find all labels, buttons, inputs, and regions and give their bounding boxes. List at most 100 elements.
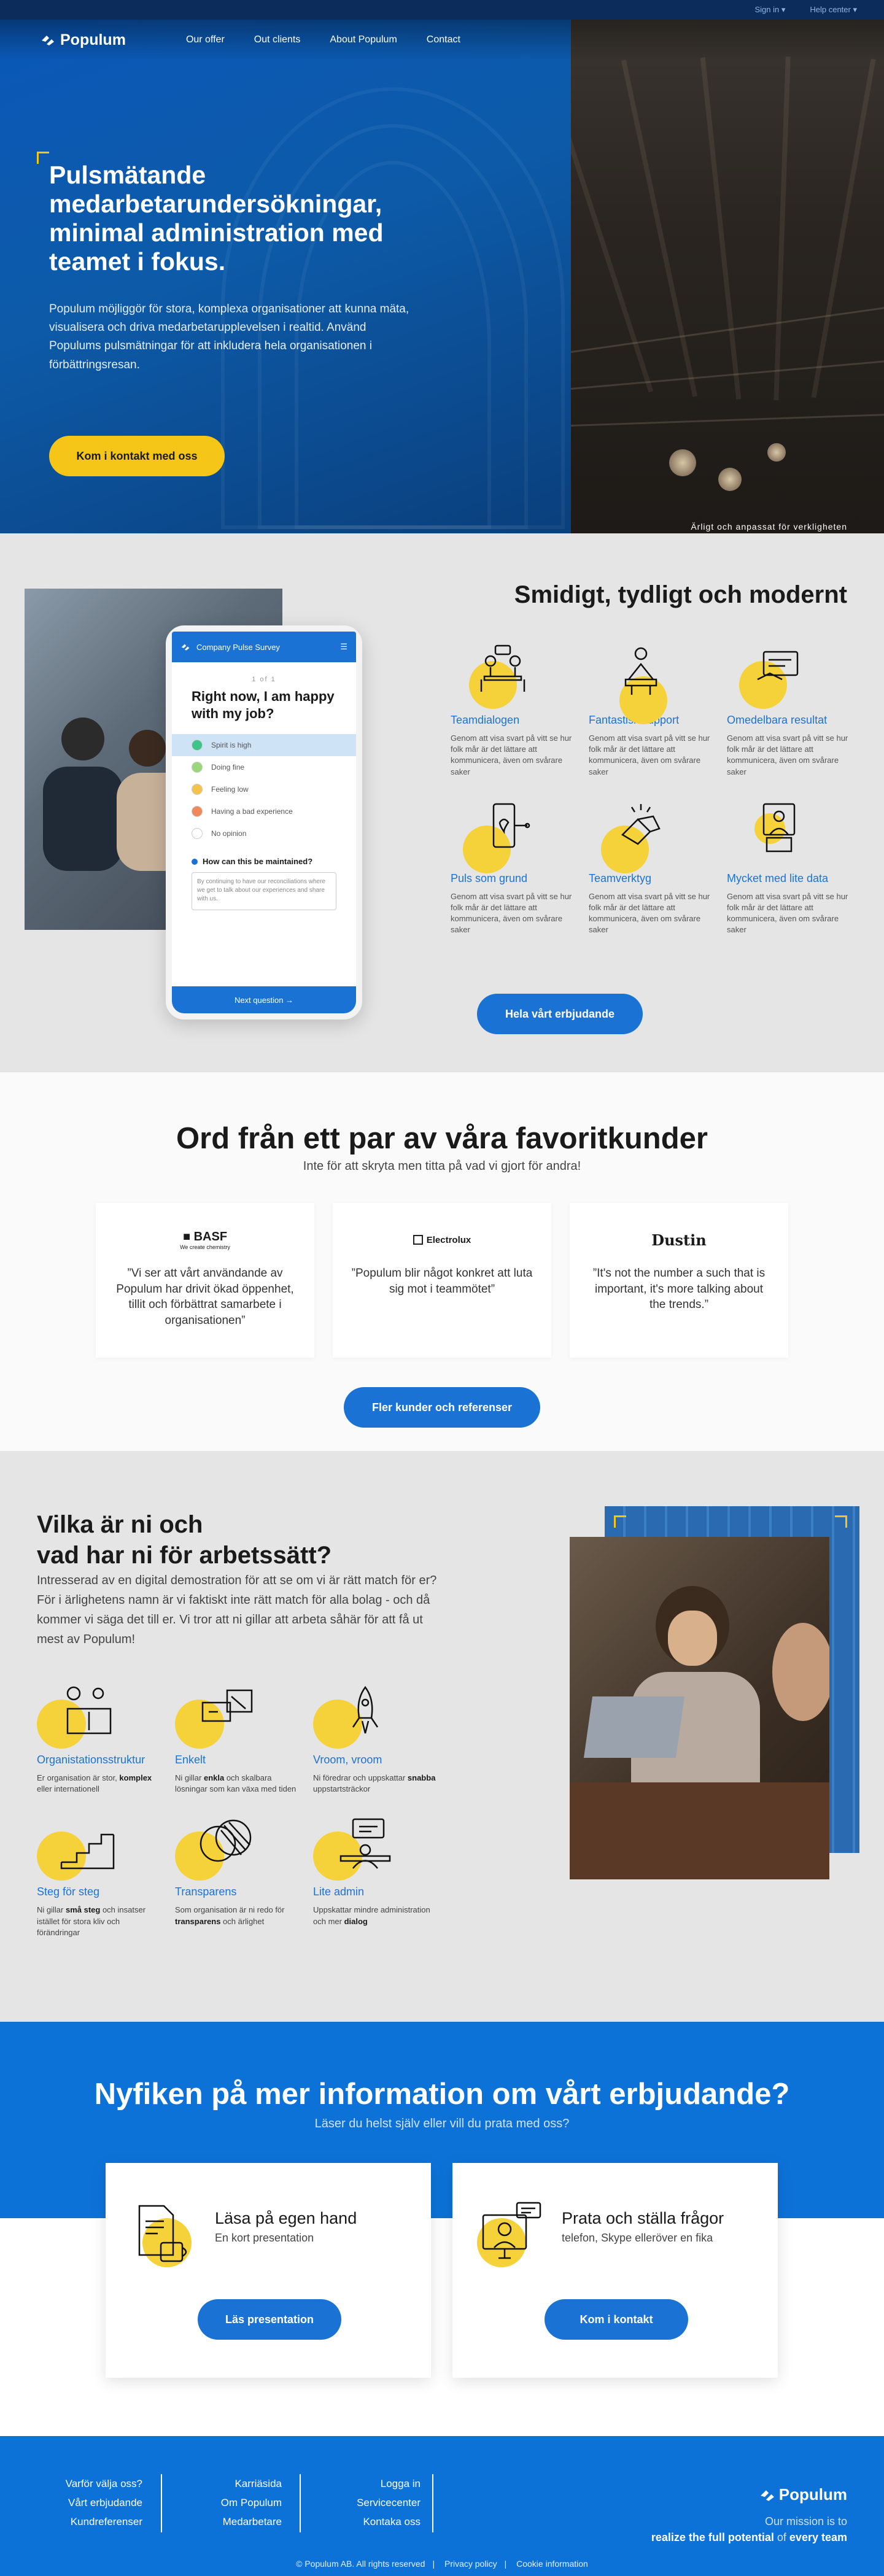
footer-logo[interactable]: Populum [759,2485,847,2504]
features-grid: Teamdialogen Genom att visa svart på vit… [451,643,848,936]
populum-logo[interactable]: Populum [41,31,126,49]
feature-desc: Genom att visa svart på vitt se hur folk… [589,733,710,776]
footer-col-3: Logga in Servicecenter Kontaka oss [357,2474,421,2531]
way-desc: Som organisation är ni redo för transpar… [175,1905,285,1926]
feature-name: Puls som grund [451,872,528,884]
nav-contact[interactable]: Contact [427,34,460,45]
simple-tools-icon [201,1689,253,1722]
footer-col-1: Varför välja oss? Vårt erbjudande Kundre… [66,2474,142,2531]
survey-option-label: Having a bad experience [211,807,293,816]
team-meeting-icon [480,644,525,692]
feature-pulse: Puls som grund Genom att visa svart på v… [451,801,576,936]
organisation-icon [66,1686,112,1735]
hero-description: Populum möjliggör för stora, komplexa or… [49,302,409,371]
read-card: Läsa på egen hand En kort presentation L… [106,2163,431,2378]
menu-icon[interactable]: ☰ [340,642,347,652]
signin-menu[interactable]: Sign in ▾ [754,5,785,15]
photo-corner-accent [835,1515,847,1528]
testimonial-quote: ”It's not the number a such that is impo… [592,1267,766,1312]
populum-logo-icon [42,36,54,45]
more-clients-button[interactable]: Fler kunder och referenser [344,1387,540,1428]
logo-text: Populum [60,31,126,48]
document-coffee-icon [138,2205,187,2262]
main-nav: Populum Our offer Out clients About Popu… [0,20,884,60]
survey-option[interactable]: Having a bad experience [172,800,356,822]
footer-link[interactable]: Vårt erbjudande [66,2493,142,2512]
testimonials-title: Ord från ett par av våra favoritkunder [176,1122,708,1155]
feature-desc: Genom att visa svart på vitt se hur folk… [589,891,710,935]
data-person-icon [762,803,796,852]
way-name: Organistationsstruktur [37,1754,145,1766]
footer-link[interactable]: Logga in [357,2474,421,2493]
nav-our-offer[interactable]: Our offer [186,34,225,45]
ways-title: Vilka är ni och vad har ni för arbetssätt… [37,1511,332,1569]
footer-link[interactable]: Varför välja oss? [66,2474,142,2493]
info-dot-icon [192,858,198,865]
survey-option-label: No opinion [211,829,247,838]
contact-us-button[interactable]: Kom i kontakt med oss [49,436,225,476]
way-transparency: Transparens Som organisation är ni redo … [175,1813,313,1938]
photo-corner-accent [614,1515,626,1528]
feature-teamdialogen: Teamdialogen Genom att visa svart på vit… [451,643,576,778]
survey-option[interactable]: Spirit is high [172,734,356,756]
footer-divider [300,2474,301,2532]
basf-logo: ■ BASF We create chemistry [180,1229,230,1250]
survey-header: Company Pulse Survey ☰ [172,632,356,662]
feature-name: Omedelbara resultat [727,714,828,726]
survey-answer-field[interactable]: By continuing to have our reconciliation… [192,872,336,910]
way-name: Lite admin [313,1886,365,1898]
full-offer-button[interactable]: Hela vårt erbjudande [477,994,643,1034]
site-footer: Varför välja oss? Vårt erbjudande Kundre… [0,2436,884,2576]
hero-section: Populum Our offer Out clients About Popu… [0,20,884,533]
survey-option-label: Spirit is high [211,741,252,749]
populum-logo-icon [181,644,190,651]
way-vroom: Vroom, vroom Ni föredrar och uppskattar … [313,1681,451,1795]
footer-link[interactable]: Kontaka oss [357,2512,421,2531]
feature-desc: Genom att visa svart på vitt se hur folk… [727,733,848,776]
footer-link[interactable]: Servicecenter [357,2493,421,2512]
feature-name: Mycket med lite data [727,872,829,884]
pulse-phone-icon [492,803,530,848]
way-name: Enkelt [175,1754,206,1766]
next-question-button[interactable]: Next question → [172,986,356,1013]
footer-mission: Our mission is to realize the full poten… [651,2515,847,2543]
footer-divider [432,2474,433,2532]
ways-grid: Organistationsstruktur Er organisation ä… [37,1681,451,1938]
privacy-policy-link[interactable]: Privacy policy [437,2559,505,2569]
footer-link[interactable]: Om Populum [221,2493,282,2512]
survey-option[interactable]: Feeling low [172,778,356,800]
feature-results: Omedelbara resultat Genom att visa svart… [727,643,853,778]
testimonials-section: Ord från ett par av våra favoritkunder I… [0,1072,884,1451]
contact-button[interactable]: Kom i kontakt [545,2299,688,2340]
mood-dot-icon [192,740,203,751]
populum-logo-icon [760,2489,774,2501]
cookie-info-link[interactable]: Cookie information [509,2559,595,2569]
electrolux-mark-icon [413,1235,423,1245]
survey-option[interactable]: Doing fine [172,756,356,778]
help-center-menu[interactable]: Help center ▾ [810,5,857,15]
way-desc: Er organisation är stor, komplex eller i… [37,1773,152,1794]
survey-option[interactable]: No opinion [172,822,356,845]
hero-station-photo [571,20,884,533]
read-presentation-button[interactable]: Läs presentation [198,2299,341,2340]
hero-corner-accent [37,152,49,164]
way-little-admin: Lite admin Uppskattar mindre administrat… [313,1813,451,1938]
copyright-text: © Populum AB. All rights reserved [296,2559,425,2569]
transparency-icon [200,1820,252,1862]
more-info-section: Nyfiken på mer information om vårt erbju… [0,2022,884,2436]
handshake-icon [621,803,661,845]
feature-name: Teamdialogen [451,714,520,726]
rocket-icon [352,1685,379,1734]
testimonial-card-electrolux: Electrolux ”Populum blir något konkret a… [333,1203,551,1358]
nav-out-clients[interactable]: Out clients [254,34,301,45]
survey-question: Right now, I am happy with my job? [192,689,335,721]
team-laptop-photo [570,1537,829,1879]
feature-desc: Genom att visa svart på vitt se hur folk… [727,891,848,935]
nav-about[interactable]: About Populum [330,34,397,45]
footer-link[interactable]: Karriäsida [221,2474,282,2493]
way-desc: Ni föredrar och uppskattar snabba uppsta… [313,1773,436,1794]
testimonial-quote: ”Populum blir något konkret att luta sig… [351,1267,533,1296]
footer-link[interactable]: Medarbetare [221,2512,282,2531]
results-icon [757,651,799,681]
footer-link[interactable]: Kundreferenser [66,2512,142,2531]
